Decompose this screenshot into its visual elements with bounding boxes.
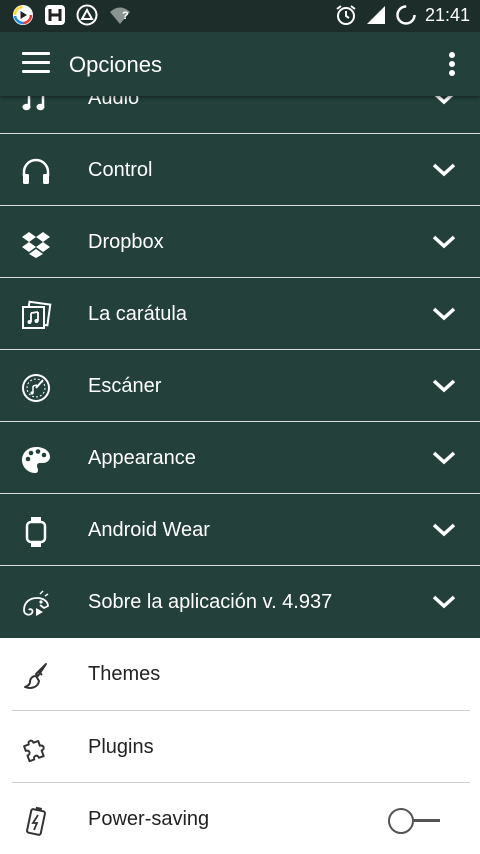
chevron-down-icon [432, 379, 456, 393]
chevron-down-icon [434, 96, 454, 105]
plugins-label: Plugins [88, 736, 154, 758]
section-album-art[interactable]: La carátula [0, 278, 480, 350]
chameleon-icon [23, 590, 49, 616]
chevron-down-icon [432, 235, 456, 249]
music-note-icon [22, 96, 45, 111]
section-android-wear[interactable]: Android Wear [0, 494, 480, 566]
section-dropbox[interactable]: Dropbox [0, 206, 480, 278]
brush-icon [24, 663, 47, 689]
chevron-down-icon [432, 595, 456, 609]
power-saving-item[interactable]: Power-saving [0, 783, 480, 854]
app-bar: Opciones [0, 32, 480, 96]
signal-icon [366, 6, 385, 24]
themes-label: Themes [88, 663, 161, 685]
page-title: Opciones [69, 52, 162, 77]
chevron-down-icon [432, 163, 456, 177]
section-audio[interactable]: Audio [0, 96, 480, 134]
section-label: Audio [88, 96, 140, 109]
menu-icon[interactable] [22, 52, 50, 74]
section-label: La carátula [88, 303, 187, 325]
section-label: Escáner [88, 375, 162, 397]
status-bar: ? 21:41 [0, 0, 480, 32]
media-player-notification-icon [13, 5, 33, 25]
section-label: Control [88, 159, 153, 181]
app-notification-icon [45, 5, 65, 25]
themes-item[interactable]: Themes [0, 638, 480, 710]
chevron-down-icon [432, 307, 456, 321]
chevron-down-icon [432, 523, 456, 537]
wifi-unknown-badge: ? [122, 10, 129, 22]
scanner-icon [22, 374, 50, 402]
settings-sections: Audio Control Dropbox La carátula Escáne… [0, 96, 480, 638]
power-saving-toggle[interactable] [388, 808, 442, 834]
palette-icon [22, 447, 50, 473]
plugins-item[interactable]: Plugins [0, 711, 480, 783]
wifi-icon: ? [108, 4, 132, 26]
album-art-icon [22, 300, 52, 329]
watch-icon [25, 517, 47, 547]
section-control[interactable]: Control [0, 134, 480, 206]
more-vertical-icon[interactable] [448, 52, 456, 76]
section-label: Dropbox [88, 231, 164, 253]
section-about[interactable]: Sobre la aplicación v. 4.937 [0, 566, 480, 638]
section-label: Sobre la aplicación v. 4.937 [88, 591, 333, 613]
battery-icon [26, 806, 46, 836]
puzzle-icon [23, 739, 45, 763]
alarm-icon [336, 5, 356, 25]
section-label: Appearance [88, 447, 196, 469]
section-appearance[interactable]: Appearance [0, 422, 480, 494]
clock: 21:41 [424, 4, 470, 25]
drive-notification-icon [76, 4, 98, 26]
section-scanner[interactable]: Escáner [0, 350, 480, 422]
section-label: Android Wear [88, 519, 210, 541]
battery-charging-icon [396, 5, 416, 25]
headphones-icon [22, 158, 50, 184]
chevron-down-icon [432, 451, 456, 465]
power-saving-label: Power-saving [88, 808, 210, 830]
dropbox-icon [22, 232, 50, 258]
